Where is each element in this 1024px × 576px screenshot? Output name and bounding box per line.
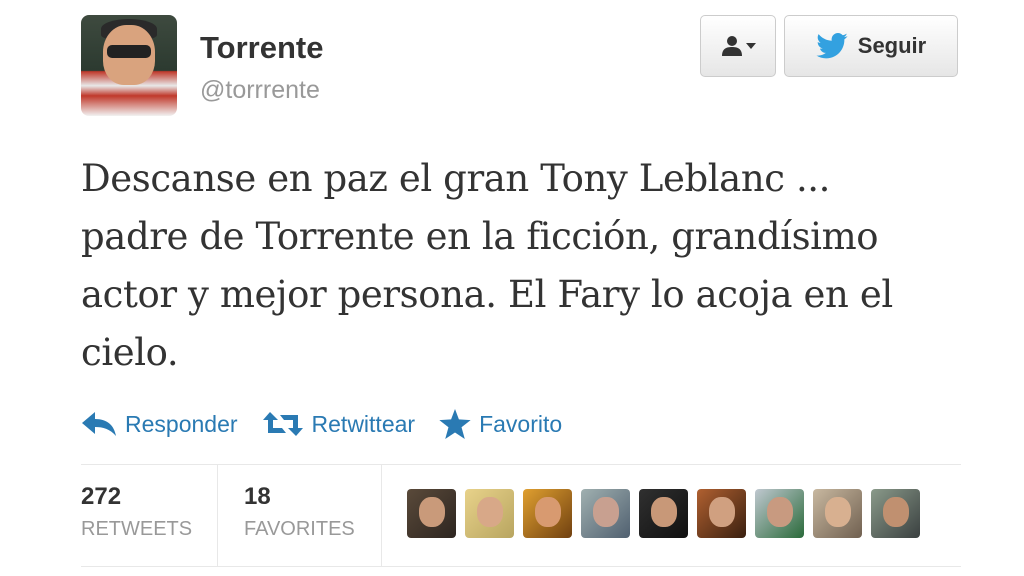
tweet-line: actor y mejor persona. El Fary lo acoja … xyxy=(81,273,893,316)
tweet-line: cielo. xyxy=(81,331,179,374)
tweet-line: Descanse en paz el gran Tony Leblanc ... xyxy=(81,157,831,200)
profile-avatar[interactable] xyxy=(81,15,177,116)
favorite-action[interactable]: Favorito xyxy=(439,409,562,439)
stats-separator xyxy=(217,465,218,566)
retweet-action[interactable]: Retwittear xyxy=(262,410,416,438)
avatar-glasses xyxy=(107,45,151,58)
retweets-label: RETWEETS xyxy=(81,518,193,540)
retweet-label: Retwittear xyxy=(311,410,416,437)
stats-divider-bottom xyxy=(81,566,961,567)
favoriter-avatar[interactable] xyxy=(697,489,746,538)
star-icon xyxy=(439,409,471,439)
reply-label: Responder xyxy=(125,410,238,437)
favoriter-avatar[interactable] xyxy=(407,489,456,538)
user-icon xyxy=(721,36,742,56)
favoriter-avatar[interactable] xyxy=(465,489,514,538)
favorite-label: Favorito xyxy=(479,410,563,437)
stats-divider-top xyxy=(81,464,961,465)
favoriter-avatar[interactable] xyxy=(639,489,688,538)
retweet-icon xyxy=(262,412,303,436)
profile-name[interactable]: Torrente xyxy=(200,30,323,66)
tweet-actions: Responder Retwittear Favorito xyxy=(81,406,586,442)
favoriter-avatar[interactable] xyxy=(755,489,804,538)
reply-action[interactable]: Responder xyxy=(81,411,238,438)
chevron-down-icon xyxy=(745,43,756,49)
favoriters-avatars xyxy=(407,489,920,538)
follow-button[interactable]: Seguir xyxy=(784,15,958,77)
favorites-stat[interactable]: 18 FAVORITES xyxy=(244,482,355,541)
tweet-line: padre de Torrente en la ficción, grandís… xyxy=(81,215,879,258)
favorites-count: 18 xyxy=(244,483,271,510)
favoriter-avatar[interactable] xyxy=(523,489,572,538)
favorites-label: FAVORITES xyxy=(244,518,355,540)
user-actions-button[interactable] xyxy=(700,15,776,77)
retweets-count: 272 xyxy=(81,483,122,510)
reply-icon xyxy=(82,412,116,436)
follow-label: Seguir xyxy=(857,33,927,58)
stats-separator xyxy=(381,465,382,566)
twitter-bird-icon xyxy=(816,33,848,59)
favoriter-avatar[interactable] xyxy=(871,489,920,538)
retweets-stat[interactable]: 272 RETWEETS xyxy=(81,482,192,541)
profile-handle[interactable]: @torrrente xyxy=(200,76,320,105)
favoriter-avatar[interactable] xyxy=(581,489,630,538)
favoriter-avatar[interactable] xyxy=(813,489,862,538)
tweet-text: Descanse en paz el gran Tony Leblanc ...… xyxy=(81,150,961,382)
